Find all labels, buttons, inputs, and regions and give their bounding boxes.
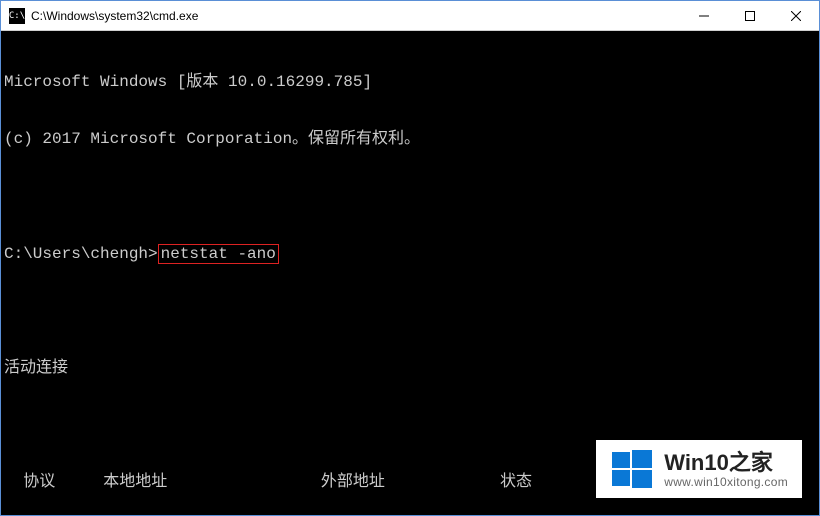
windows-logo-icon xyxy=(610,448,654,492)
watermark: Win10之家 www.win10xitong.com xyxy=(596,440,802,498)
titlebar[interactable]: C:\ C:\Windows\system32\cmd.exe xyxy=(1,1,819,31)
minimize-button[interactable] xyxy=(681,1,727,30)
header-line-1: Microsoft Windows [版本 10.0.16299.785] xyxy=(4,73,816,92)
prompt: C:\Users\chengh> xyxy=(4,245,158,263)
command-highlight: netstat -ano xyxy=(158,244,279,264)
cmd-window: C:\ C:\Windows\system32\cmd.exe Microsof… xyxy=(0,0,820,516)
close-button[interactable] xyxy=(773,1,819,30)
header-line-2: (c) 2017 Microsoft Corporation。保留所有权利。 xyxy=(4,130,816,149)
window-title: C:\Windows\system32\cmd.exe xyxy=(31,9,681,23)
section-title: 活动连接 xyxy=(4,359,816,378)
cmd-icon: C:\ xyxy=(9,8,25,24)
watermark-title: Win10之家 xyxy=(664,451,788,475)
watermark-url: www.win10xitong.com xyxy=(664,476,788,489)
window-controls xyxy=(681,1,819,30)
maximize-button[interactable] xyxy=(727,1,773,30)
prompt-line: C:\Users\chengh>netstat -ano xyxy=(4,244,816,264)
